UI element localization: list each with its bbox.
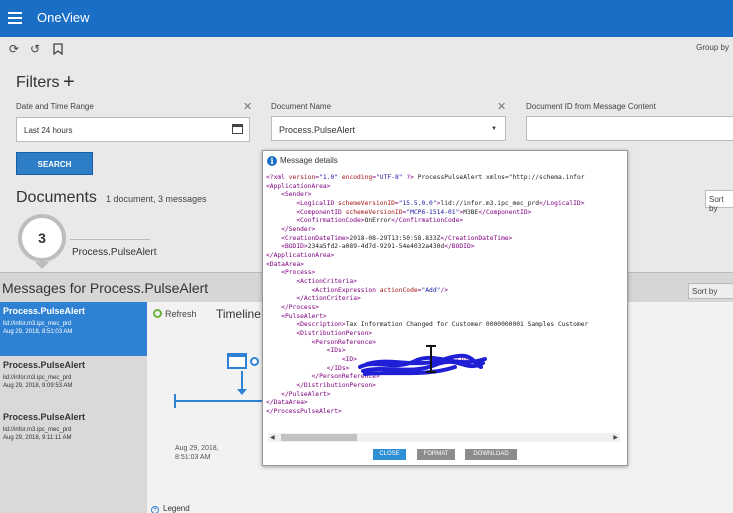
refresh-button[interactable]: Refresh: [153, 309, 197, 319]
xml-line: </Sender>: [281, 226, 316, 234]
list-item[interactable]: Process.PulseAlert lid://infor.m3.ipc_me…: [0, 408, 147, 462]
documents-title: Documents: [16, 189, 97, 206]
app-header: OneView: [0, 0, 733, 37]
format-button[interactable]: FORMAT: [417, 449, 455, 460]
timeline-tick: [174, 394, 176, 408]
timeline-date: Aug 29, 2018, 8:51:03 AM: [175, 444, 219, 462]
redaction-scribble: [358, 353, 487, 376]
add-filter-icon[interactable]: +: [63, 71, 75, 94]
dialog-header: i Message details: [263, 151, 627, 171]
xml-line: <CreationDateTime>2018-08-29T13:50:58.83…: [281, 234, 513, 242]
documents-summary: 1 document, 3 messages: [106, 194, 207, 204]
xml-line: <ActionCriteria>: [296, 278, 358, 286]
plus-circle-icon: +: [151, 506, 159, 513]
timeline-time-line: 8:51:03 AM: [175, 454, 211, 461]
message-node-bar: [227, 353, 247, 357]
refresh-icon: [153, 309, 162, 318]
list-item-title: Process.PulseAlert: [3, 306, 86, 316]
xml-line: <ConfirmationCode>OnError</ConfirmationC…: [296, 217, 464, 225]
legend-toggle[interactable]: + Legend: [151, 504, 190, 513]
xml-line: <Sender>: [281, 191, 312, 199]
xml-line: </PulseAlert>: [281, 390, 331, 398]
scroll-right-icon[interactable]: ▶: [613, 434, 618, 441]
list-item-title: Process.PulseAlert: [3, 360, 86, 370]
xml-line: <?xml version="1.0" encoding="UTF-8" ?> …: [266, 174, 585, 181]
document-name-select[interactable]: Process.PulseAlert ▼: [271, 116, 506, 141]
list-item-date: Aug 29, 2018, 9:09:53 AM: [3, 383, 73, 389]
list-item[interactable]: Process.PulseAlert lid://infor.m3.ipc_me…: [0, 302, 147, 356]
legend-label: Legend: [163, 504, 190, 513]
timeline-axis: [175, 400, 263, 402]
list-item-date: Aug 29, 2018, 8:51:03 AM: [3, 329, 73, 335]
xml-line: </Process>: [281, 304, 320, 312]
timeline-connector: [241, 371, 243, 391]
documents-sort-select[interactable]: Sort by: [705, 190, 733, 213]
messages-title: Messages for Process.PulseAlert: [2, 280, 209, 296]
timeline-node-dot: [250, 357, 259, 366]
refresh-label: Refresh: [165, 309, 197, 319]
date-range-value: Last 24 hours: [24, 126, 73, 135]
text-cursor-icon: [426, 345, 436, 373]
selected-caret: [35, 262, 49, 269]
search-button[interactable]: SEARCH: [16, 152, 93, 175]
horizontal-scrollbar[interactable]: ◀ ▶: [268, 433, 620, 442]
divider: [70, 239, 150, 240]
reload-icon[interactable]: ⟳: [9, 43, 19, 55]
list-item-title: Process.PulseAlert: [3, 412, 86, 422]
xml-line: </ActionCriteria>: [296, 295, 361, 303]
close-button[interactable]: CLOSE: [373, 449, 406, 460]
xml-line: <ActionExpression actionCode="Add"/>: [311, 286, 449, 294]
dialog-title: Message details: [280, 156, 338, 165]
chevron-down-icon: ▼: [491, 126, 497, 132]
document-count-badge[interactable]: 3: [18, 214, 66, 262]
scroll-left-icon[interactable]: ◀: [270, 434, 275, 441]
xml-line: <ComponentID schemeVersionID="MCP6-1514-…: [296, 208, 532, 216]
info-icon: i: [267, 156, 277, 166]
toolbar: ⟳ ↺ Group by: [0, 37, 733, 61]
document-id-label: Document ID from Message Content: [526, 102, 656, 111]
list-item-sender: lid://infor.m3.ipc_mec_prd: [3, 375, 72, 381]
calendar-icon[interactable]: [232, 124, 243, 134]
xml-line: <Description>Tax Information Changed for…: [296, 321, 589, 329]
xml-line: <DataArea>: [266, 260, 304, 268]
xml-line: </ProcessPulseAlert>: [266, 408, 342, 416]
xml-line: <LogicalID schemeVersionID="15.5.0.0">li…: [296, 200, 585, 208]
app-title: OneView: [37, 10, 90, 25]
xml-line: </ApplicationArea>: [266, 252, 335, 260]
xml-content[interactable]: <?xml version="1.0" encoding="UTF-8" ?> …: [266, 174, 624, 432]
xml-line: <PulseAlert>: [281, 312, 327, 320]
hamburger-menu-icon[interactable]: [8, 12, 22, 24]
date-range-label: Date and Time Range: [16, 102, 94, 111]
group-by-label[interactable]: Group by: [696, 43, 729, 52]
messages-sort-select[interactable]: Sort by: [688, 283, 733, 299]
reset-icon[interactable]: ↺: [30, 43, 40, 55]
scrollbar-thumb[interactable]: [281, 434, 357, 441]
list-item-date: Aug 29, 2018, 9:11:11 AM: [3, 435, 72, 441]
list-item-sender: lid://infor.m3.ipc_mec_prd: [3, 321, 72, 327]
clear-date-range-icon[interactable]: ✕: [243, 100, 252, 113]
filters-title: Filters: [16, 74, 60, 91]
document-name[interactable]: Process.PulseAlert: [72, 247, 156, 258]
xml-line: <ApplicationArea>: [266, 182, 331, 190]
message-details-dialog: i Message details <?xml version="1.0" en…: [262, 150, 628, 466]
date-range-field[interactable]: Last 24 hours: [16, 117, 250, 142]
xml-line: <DistributionPerson>: [296, 330, 373, 338]
timeline-title: Timeline: [216, 307, 261, 321]
xml-line: <BODID>234a5fd2-a089-4d7d-9291-54e4032a4…: [281, 243, 475, 251]
arrow-down-icon: [237, 389, 247, 395]
clear-document-name-icon[interactable]: ✕: [497, 100, 506, 113]
download-button[interactable]: DOWNLOAD: [465, 449, 517, 460]
xml-line: </DataArea>: [266, 399, 308, 407]
message-list: Process.PulseAlert lid://infor.m3.ipc_me…: [0, 302, 147, 513]
list-item[interactable]: Process.PulseAlert lid://infor.m3.ipc_me…: [0, 356, 147, 410]
document-name-value: Process.PulseAlert: [279, 125, 356, 135]
timeline-date-line: Aug 29, 2018,: [175, 445, 219, 452]
xml-line: <Process>: [281, 269, 316, 277]
bookmark-icon[interactable]: [53, 43, 63, 57]
document-id-input[interactable]: [526, 116, 733, 141]
list-item-sender: lid://infor.m3.ipc_mec_prd: [3, 427, 72, 433]
document-name-label: Document Name: [271, 102, 332, 111]
